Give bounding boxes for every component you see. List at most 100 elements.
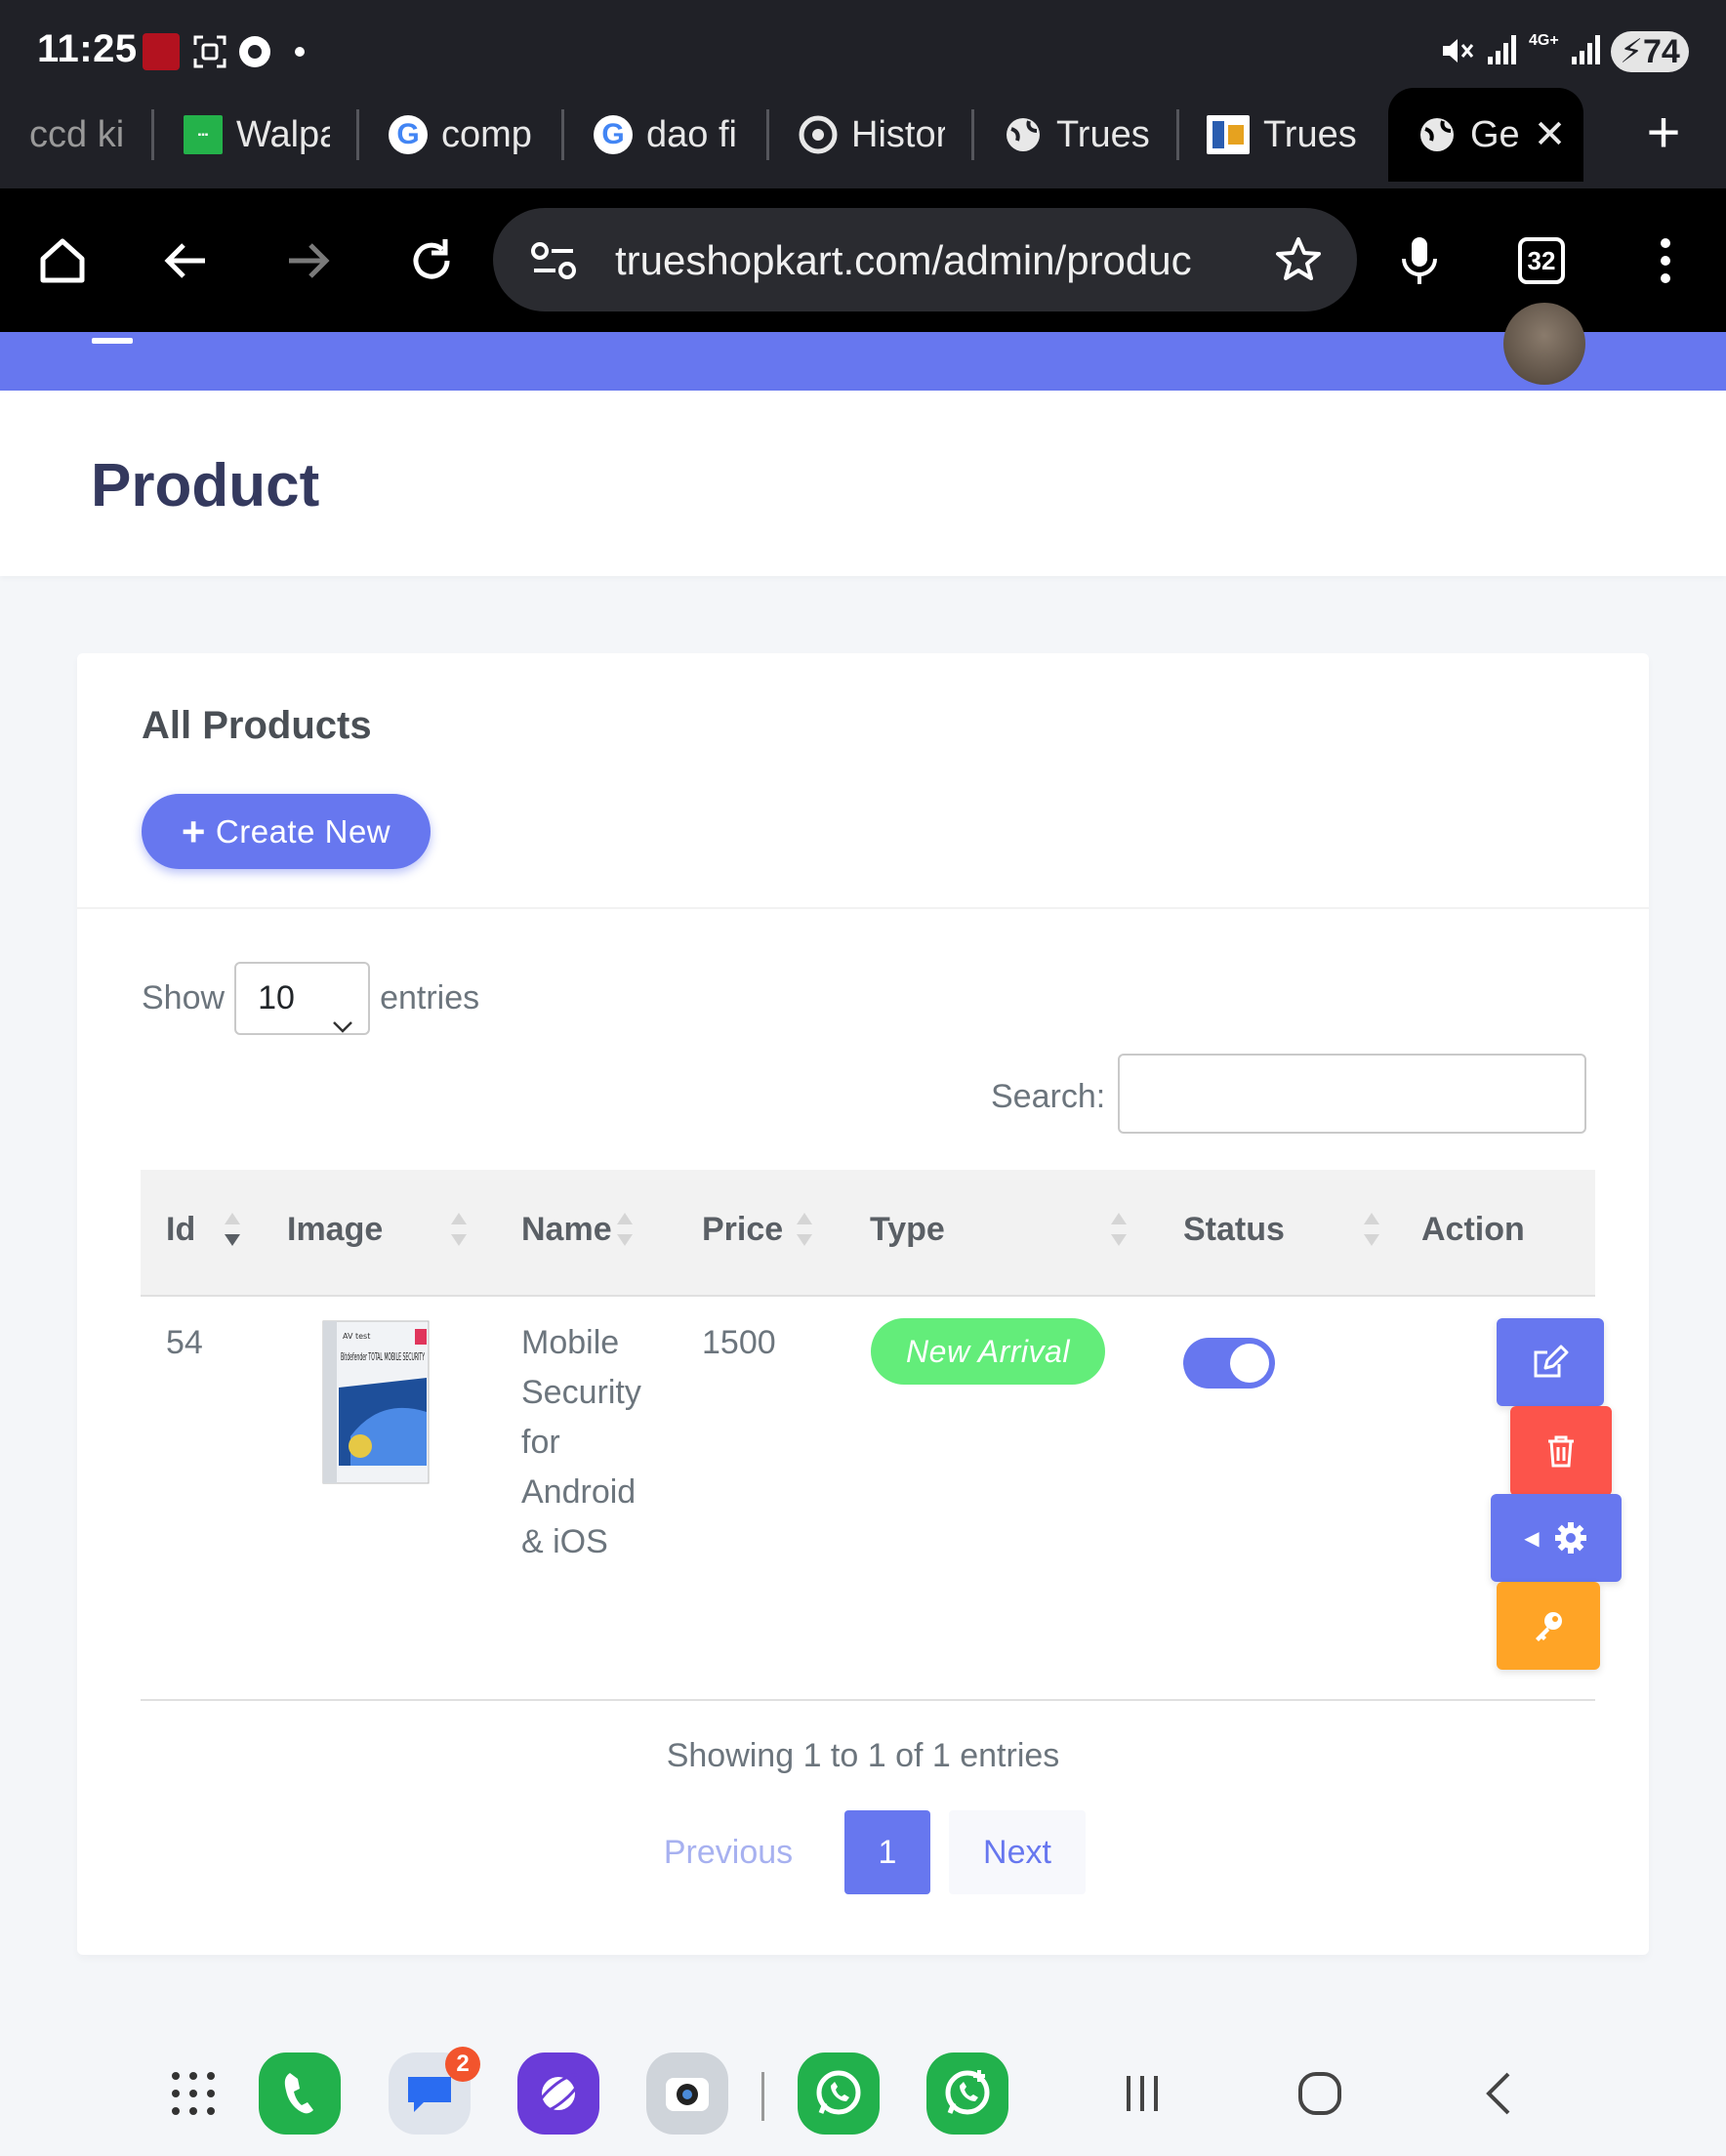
search-label: Search: xyxy=(991,1078,1106,1115)
signal-icon-2 xyxy=(1570,33,1603,71)
cell-price: 1500 xyxy=(702,1324,776,1361)
new-tab-button[interactable]: + xyxy=(1642,104,1685,164)
tab-count: 32 xyxy=(1527,245,1556,275)
show-label: Show xyxy=(142,979,226,1016)
sort-icon[interactable] xyxy=(225,1213,240,1252)
key-button[interactable] xyxy=(1497,1582,1600,1670)
globe-icon xyxy=(1418,115,1457,154)
whatsapp-app-icon[interactable] xyxy=(798,2052,880,2135)
cell-name-line: Android xyxy=(521,1473,637,1511)
column-header-image[interactable]: Image xyxy=(287,1211,383,1249)
site-settings-icon[interactable] xyxy=(530,239,577,287)
page-1-button[interactable]: 1 xyxy=(844,1810,930,1894)
camera-app-icon[interactable] xyxy=(646,2052,728,2135)
hamburger-menu-icon[interactable] xyxy=(92,338,133,344)
sort-icon[interactable] xyxy=(617,1213,633,1252)
table-info: Showing 1 to 1 of 1 entries xyxy=(666,1737,1060,1774)
card-title: All Products xyxy=(142,704,372,747)
column-header-id[interactable]: Id xyxy=(166,1211,195,1249)
home-button-icon[interactable] xyxy=(1279,2052,1361,2135)
android-nav-bar: 2 xyxy=(0,2031,1726,2156)
card-header: All Products + Create New xyxy=(77,653,1649,909)
back-button-icon[interactable] xyxy=(1458,2052,1540,2135)
menu-kebab-icon[interactable] xyxy=(1634,229,1697,292)
phone-app-icon[interactable] xyxy=(259,2052,341,2135)
sort-icon[interactable] xyxy=(1111,1213,1127,1252)
google-icon: G xyxy=(389,115,428,154)
wallpaper-site-icon: ▪▪▪ xyxy=(184,115,223,154)
section-header: Product xyxy=(0,391,1726,576)
tab-divider xyxy=(561,109,564,160)
browser-tab[interactable]: G dao fi xyxy=(594,88,740,182)
column-header-action: Action xyxy=(1421,1211,1525,1248)
browser-tab[interactable]: Histor xyxy=(799,88,945,182)
edit-icon xyxy=(1534,1345,1569,1378)
cell-name-line: Mobile xyxy=(521,1324,620,1361)
app-drawer-icon[interactable] xyxy=(152,2052,234,2135)
browser-tab[interactable]: Trues xyxy=(1207,88,1363,182)
url-text: trueshopkart.com/admin/produc xyxy=(615,237,1192,283)
battery-indicator: ⚡74 xyxy=(1611,31,1689,72)
search-input[interactable] xyxy=(1118,1054,1586,1134)
next-page-button[interactable]: Next xyxy=(949,1810,1086,1894)
user-avatar[interactable] xyxy=(1503,303,1585,385)
tab-title: Ge xyxy=(1470,113,1520,155)
browser-tab-active[interactable]: Ge ✕ xyxy=(1388,88,1583,182)
caret-left-icon: ◀ xyxy=(1524,1527,1540,1550)
browser-tab[interactable]: ▪▪▪ Walpa xyxy=(184,88,330,182)
delete-button[interactable] xyxy=(1510,1406,1612,1496)
forward-icon[interactable] xyxy=(277,229,340,292)
tab-title: ccd ki xyxy=(29,113,125,155)
browser-tab[interactable]: Trues xyxy=(1004,88,1160,182)
sort-icon[interactable] xyxy=(797,1213,812,1252)
browser-tab[interactable]: G comp xyxy=(389,88,545,182)
home-icon[interactable] xyxy=(31,229,94,292)
tab-divider xyxy=(356,109,359,160)
app-navbar xyxy=(0,303,1726,391)
recent-apps-icon[interactable] xyxy=(1101,2052,1183,2135)
cell-name-line: Security xyxy=(521,1374,641,1411)
tab-divider xyxy=(151,109,154,160)
column-header-price[interactable]: Price xyxy=(702,1211,783,1249)
entries-label: entries xyxy=(380,979,480,1016)
create-new-button[interactable]: + Create New xyxy=(142,794,431,869)
whatsapp-business-app-icon[interactable] xyxy=(926,2052,1008,2135)
product-image-lettering: Bitdefender TOTAL MOBILE SECURITY xyxy=(341,1350,425,1363)
browser-tab[interactable]: ccd ki xyxy=(29,88,127,182)
type-badge: New Arrival xyxy=(871,1318,1105,1385)
status-toggle[interactable] xyxy=(1183,1338,1275,1389)
previous-page-button[interactable]: Previous xyxy=(631,1810,826,1894)
edit-button[interactable] xyxy=(1497,1318,1604,1406)
trash-icon xyxy=(1548,1435,1574,1468)
internet-app-icon[interactable] xyxy=(517,2052,599,2135)
globe-icon xyxy=(1004,115,1043,154)
sort-icon[interactable] xyxy=(451,1213,467,1252)
address-bar[interactable]: trueshopkart.com/admin/produc xyxy=(493,208,1357,311)
network-type: 4G+ xyxy=(1529,32,1559,49)
column-header-name[interactable]: Name xyxy=(521,1211,612,1249)
create-new-label: Create New xyxy=(215,812,391,850)
close-tab-icon[interactable]: ✕ xyxy=(1534,112,1567,157)
back-icon[interactable] xyxy=(154,229,217,292)
entries-length-control: Show 10 entries xyxy=(142,962,479,1035)
sort-icon[interactable] xyxy=(1364,1213,1379,1252)
gear-icon xyxy=(1554,1522,1586,1554)
tab-switcher-button[interactable]: 32 xyxy=(1518,237,1565,284)
svg-text:AV test: AV test xyxy=(343,1332,370,1341)
bookmark-star-icon[interactable] xyxy=(1274,235,1323,289)
microphone-icon[interactable] xyxy=(1388,229,1451,292)
google-icon: G xyxy=(594,115,633,154)
dock-divider xyxy=(761,2072,764,2121)
history-icon xyxy=(799,115,838,154)
column-header-status[interactable]: Status xyxy=(1183,1211,1285,1249)
column-header-type[interactable]: Type xyxy=(870,1211,945,1249)
cell-name-line: & iOS xyxy=(521,1523,608,1560)
toggle-knob xyxy=(1230,1344,1269,1383)
tab-divider xyxy=(1176,109,1179,160)
chrome-notification-icon xyxy=(236,33,273,75)
tab-title: dao fi xyxy=(646,113,737,155)
entries-per-page-select[interactable]: 10 xyxy=(234,962,371,1035)
reload-icon[interactable] xyxy=(400,229,463,292)
settings-dropdown-button[interactable]: ◀ xyxy=(1491,1494,1622,1582)
messages-app-icon[interactable]: 2 xyxy=(389,2047,480,2135)
